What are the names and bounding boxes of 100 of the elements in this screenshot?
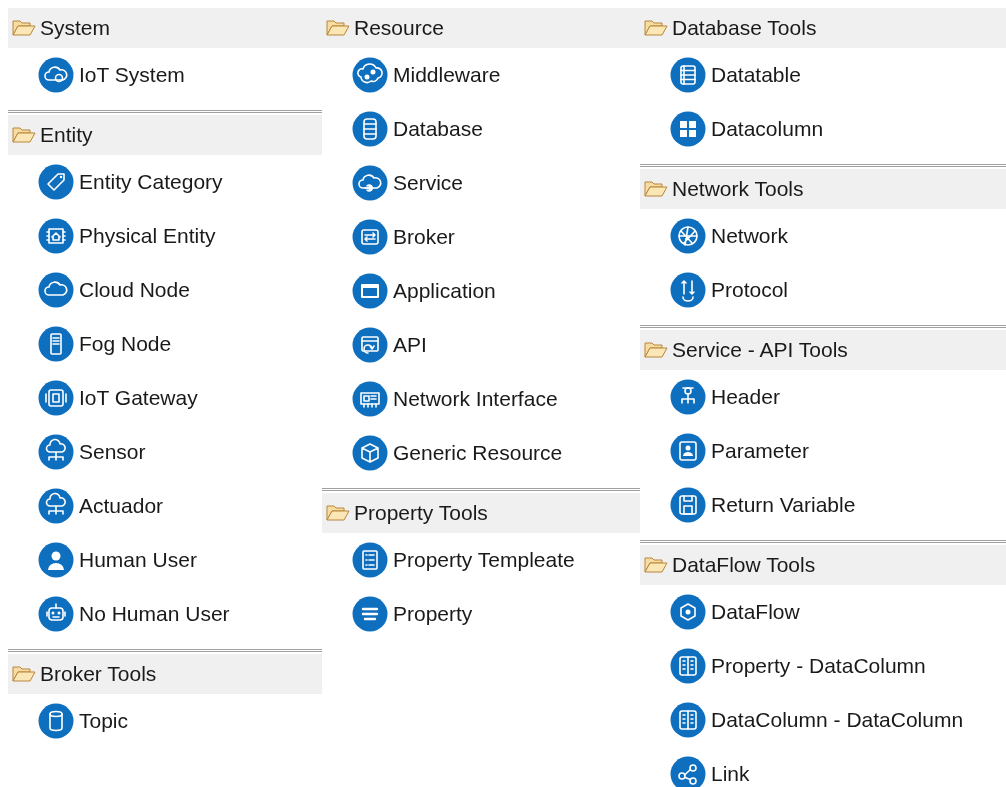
palette-item[interactable]: Sensor: [8, 425, 146, 479]
palette-item[interactable]: Topic: [8, 694, 129, 748]
palette-item[interactable]: Property: [322, 587, 473, 641]
drawer-title: System: [40, 15, 110, 42]
drawer-header[interactable]: Property Tools: [322, 493, 640, 533]
server-icon: [38, 326, 74, 362]
folder-icon: [12, 126, 36, 144]
drawer-header[interactable]: Resource: [322, 8, 640, 48]
drawer-header[interactable]: Service - API Tools: [640, 330, 1006, 370]
palette-item[interactable]: DataColumn - DataColumn: [640, 693, 964, 747]
cloud-gear-icon: [38, 57, 74, 93]
item-label: Human User: [79, 547, 197, 574]
palette-item[interactable]: DataFlow: [640, 585, 800, 639]
dot-grid-icon: [670, 648, 706, 684]
tag-icon: [38, 164, 74, 200]
item-label: Application: [393, 278, 496, 305]
drawer-header[interactable]: Network Tools: [640, 169, 1006, 209]
palette-item[interactable]: Broker: [322, 210, 455, 264]
palette-item[interactable]: Network Interface: [322, 372, 558, 426]
palette-item[interactable]: Parameter: [640, 424, 810, 478]
palette-item[interactable]: Link: [640, 747, 750, 787]
item-label: No Human User: [79, 601, 230, 628]
palette-item[interactable]: Header: [640, 370, 780, 424]
drawer-title: Resource: [354, 15, 444, 42]
chip-icon: [38, 218, 74, 254]
item-label: Return Variable: [711, 492, 856, 519]
drawer-title: Service - API Tools: [672, 337, 848, 364]
hierarchy-icon: [670, 379, 706, 415]
table-icon: [670, 57, 706, 93]
item-label: Physical Entity: [79, 223, 216, 250]
drawer-header[interactable]: Broker Tools: [8, 654, 322, 694]
palette-item[interactable]: Fog Node: [8, 317, 172, 371]
list-icon: [352, 542, 388, 578]
item-label: Middleware: [393, 62, 501, 89]
item-label: Network Interface: [393, 386, 558, 413]
globe-icon: [670, 218, 706, 254]
grid-icon: [670, 111, 706, 147]
palette-item[interactable]: Protocol: [640, 263, 789, 317]
cube-icon: [352, 435, 388, 471]
palette-item[interactable]: Service: [322, 156, 464, 210]
up-down-arrows-icon: [670, 272, 706, 308]
arrows-box-icon: [352, 219, 388, 255]
folder-icon: [12, 665, 36, 683]
drawer-header[interactable]: Entity: [8, 115, 322, 155]
database-icon: [352, 111, 388, 147]
item-label: API: [393, 332, 427, 359]
palette-item[interactable]: Human User: [8, 533, 197, 587]
cloud-icon: [38, 272, 74, 308]
item-label: DataFlow: [711, 599, 800, 626]
palette-item[interactable]: Datacolumn: [640, 102, 824, 156]
drawer-title: DataFlow Tools: [672, 552, 816, 579]
robot-icon: [38, 596, 74, 632]
item-label: Generic Resource: [393, 440, 563, 467]
palette-item[interactable]: Entity Category: [8, 155, 223, 209]
item-label: Fog Node: [79, 331, 172, 358]
folder-icon: [12, 19, 36, 37]
drawer-header[interactable]: Database Tools: [640, 8, 1006, 48]
item-label: Sensor: [79, 439, 146, 466]
palette-item[interactable]: Middleware: [322, 48, 501, 102]
item-label: DataColumn - DataColumn: [711, 707, 964, 734]
item-label: Parameter: [711, 438, 810, 465]
item-label: Entity Category: [79, 169, 223, 196]
drawer-title: Property Tools: [354, 500, 488, 527]
item-label: Network: [711, 223, 789, 250]
item-label: Actuador: [79, 493, 164, 520]
palette-item[interactable]: API: [322, 318, 427, 372]
dot-grid-icon: [670, 702, 706, 738]
item-label: Property Templeate: [393, 547, 575, 574]
item-label: Protocol: [711, 277, 789, 304]
item-label: Property: [393, 601, 473, 628]
folder-icon: [644, 19, 668, 37]
palette-item[interactable]: IoT Gateway: [8, 371, 198, 425]
palette-item[interactable]: Datatable: [640, 48, 801, 102]
folder-icon: [644, 180, 668, 198]
palette-item[interactable]: Generic Resource: [322, 426, 563, 480]
palette-item[interactable]: Database: [322, 102, 483, 156]
item-label: Header: [711, 384, 780, 411]
item-label: IoT Gateway: [79, 385, 198, 412]
palette-item[interactable]: IoT System: [8, 48, 185, 102]
palette-item[interactable]: Property Templeate: [322, 533, 575, 587]
drawer-header[interactable]: DataFlow Tools: [640, 545, 1006, 585]
folder-icon: [326, 19, 350, 37]
drawer-header[interactable]: System: [8, 8, 322, 48]
drawer-title: Entity: [40, 122, 93, 149]
palette-item[interactable]: Physical Entity: [8, 209, 216, 263]
gateway-icon: [38, 380, 74, 416]
palette-item[interactable]: Application: [322, 264, 496, 318]
share-icon: [670, 756, 706, 787]
network-card-icon: [352, 381, 388, 417]
palette-item[interactable]: Property - DataColumn: [640, 639, 926, 693]
palette-item[interactable]: Return Variable: [640, 478, 856, 532]
palette-item[interactable]: Actuador: [8, 479, 164, 533]
palette-item[interactable]: Cloud Node: [8, 263, 190, 317]
drawer-title: Broker Tools: [40, 661, 157, 688]
palette-item[interactable]: Network: [640, 209, 789, 263]
cloud-network-icon: [38, 488, 74, 524]
folder-icon: [326, 504, 350, 522]
item-label: Broker: [393, 224, 455, 251]
palette-item[interactable]: No Human User: [8, 587, 230, 641]
item-label: Datatable: [711, 62, 801, 89]
